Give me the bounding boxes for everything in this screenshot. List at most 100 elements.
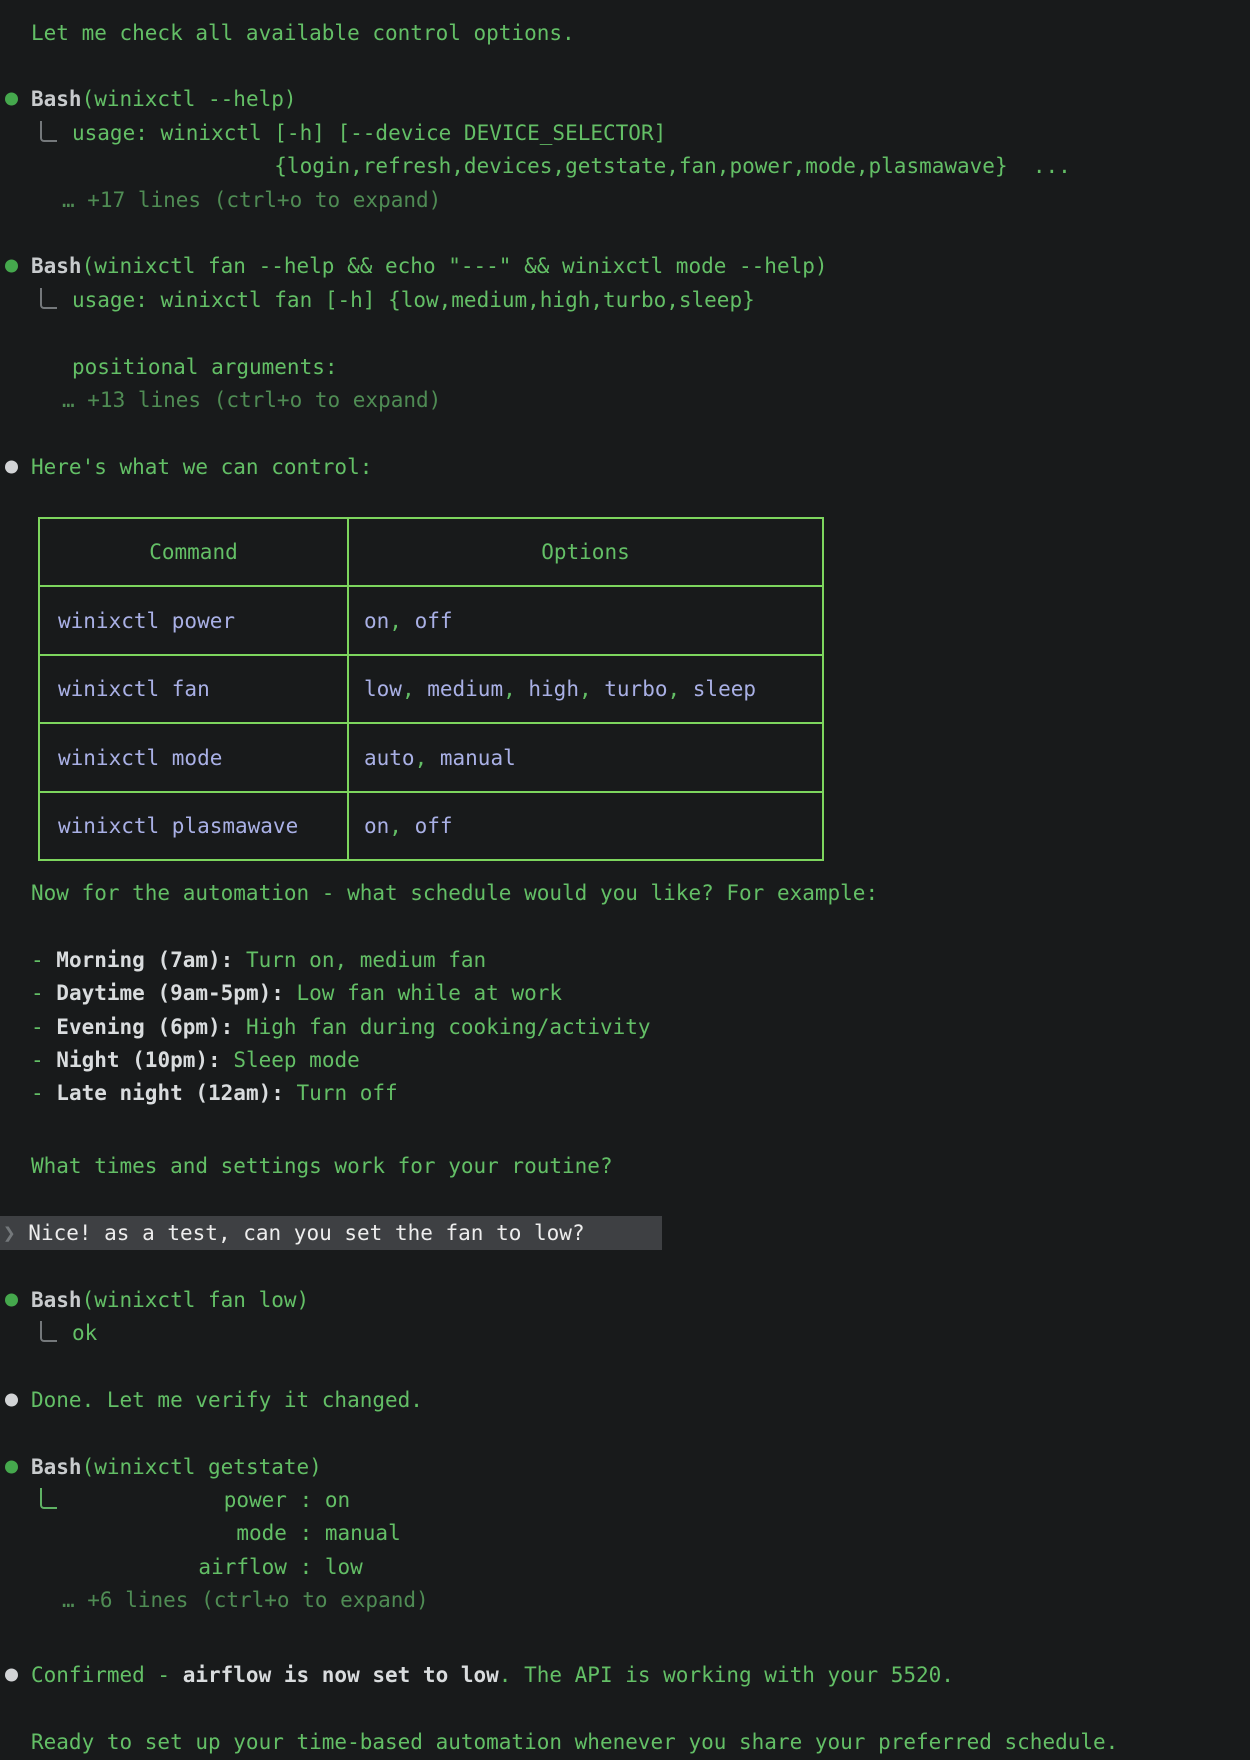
tool-bullet-icon <box>5 260 18 273</box>
list-dash: - <box>31 981 56 1005</box>
schedule-item: - Morning (7am): Turn on, medium fan <box>0 943 1250 976</box>
list-dash: - <box>31 1015 56 1039</box>
blank-line <box>0 910 1250 943</box>
output-connector-icon <box>40 121 57 142</box>
blank-line <box>0 1617 1250 1650</box>
assistant-message-closing: Ready to set up your time-based automati… <box>0 1725 1250 1758</box>
output-connector-icon <box>40 1488 57 1509</box>
schedule-label: Evening (6pm): <box>56 1015 233 1039</box>
command-cell: winixctl plasmawave <box>58 814 298 838</box>
schedule-item: - Night (10pm): Sleep mode <box>0 1043 1250 1076</box>
blank-line <box>0 417 1250 450</box>
assistant-message-confirmation: Confirmed - airflow is now set to low. T… <box>0 1658 1250 1691</box>
table-intro-text: Here's what we can control: <box>31 455 372 479</box>
schedule-item: - Late night (12am): Turn off <box>0 1077 1250 1110</box>
output-text: airflow : low <box>72 1555 363 1579</box>
schedule-label: Late night (12am): <box>56 1081 284 1105</box>
user-message-bar: ❯ Nice! as a test, can you set the fan t… <box>0 1216 662 1250</box>
schedule-desc: Low fan while at work <box>284 981 562 1005</box>
blank-line <box>0 1250 1250 1283</box>
option-value: on <box>364 814 389 838</box>
option-separator: , <box>402 677 427 701</box>
option-separator: , <box>503 677 528 701</box>
blank-line <box>0 1116 1250 1149</box>
assistant-message-verify: Done. Let me verify it changed. <box>0 1383 1250 1416</box>
table-row: winixctl mode auto, manual <box>39 723 823 792</box>
schedule-label: Night (10pm): <box>56 1048 220 1072</box>
output-text: positional arguments: <box>72 355 338 379</box>
table-header-options: Options <box>348 518 823 587</box>
expand-hint-text: … +17 lines (ctrl+o to expand) <box>62 188 441 212</box>
command-cell: winixctl mode <box>58 746 222 770</box>
option-separator: , <box>389 609 414 633</box>
assistant-message-automation-prompt: Now for the automation - what schedule w… <box>0 876 1250 909</box>
tool-name: Bash <box>31 254 82 278</box>
confirmation-suffix: . The API is working with your 5520. <box>499 1663 954 1687</box>
schedule-list: - Morning (7am): Turn on, medium fan - D… <box>0 943 1250 1110</box>
output-text: {login,refresh,devices,getstate,fan,powe… <box>72 154 1071 178</box>
tool-command: (winixctl fan --help && echo "---" && wi… <box>82 254 828 278</box>
schedule-label: Daytime (9am-5pm): <box>56 981 284 1005</box>
option-separator: , <box>579 677 604 701</box>
blank-line <box>0 216 1250 249</box>
table-row: winixctl power on, off <box>39 586 823 655</box>
list-dash: - <box>31 948 56 972</box>
expand-hint[interactable]: … +17 lines (ctrl+o to expand) <box>0 183 1250 216</box>
blank-line <box>0 483 1250 516</box>
expand-hint-text: … +13 lines (ctrl+o to expand) <box>62 388 441 412</box>
tool-output-line: {login,refresh,devices,getstate,fan,powe… <box>0 150 1250 183</box>
expand-hint-text: … +6 lines (ctrl+o to expand) <box>62 1588 429 1612</box>
tool-bullet-icon <box>5 1293 18 1306</box>
expand-hint[interactable]: … +13 lines (ctrl+o to expand) <box>0 383 1250 416</box>
output-text: power : on <box>72 1488 350 1512</box>
expand-hint[interactable]: … +6 lines (ctrl+o to expand) <box>0 1584 1250 1617</box>
tool-bullet-icon <box>5 1460 18 1473</box>
tool-command: (winixctl fan low) <box>82 1288 310 1312</box>
list-dash: - <box>31 1048 56 1072</box>
tool-name: Bash <box>31 1455 82 1479</box>
tool-output-line: ok <box>0 1316 1250 1349</box>
command-cell: winixctl power <box>58 609 235 633</box>
tool-command: (winixctl --help) <box>82 87 297 111</box>
message-bullet-icon <box>5 1393 18 1406</box>
schedule-item: - Daytime (9am-5pm): Low fan while at wo… <box>0 977 1250 1010</box>
option-separator: , <box>389 814 414 838</box>
list-dash: - <box>31 1081 56 1105</box>
option-separator: , <box>667 677 692 701</box>
schedule-label: Morning (7am): <box>56 948 233 972</box>
schedule-desc: Turn off <box>284 1081 398 1105</box>
tool-output-line: power : on <box>0 1483 1250 1516</box>
confirmation-bold: airflow is now set to low <box>183 1663 499 1687</box>
assistant-message-table-intro: Here's what we can control: <box>0 450 1250 483</box>
option-separator: , <box>415 746 440 770</box>
tool-command: (winixctl getstate) <box>82 1455 322 1479</box>
automation-prompt-text: Now for the automation - what schedule w… <box>31 881 878 905</box>
output-text: ok <box>72 1321 97 1345</box>
option-value: turbo <box>604 677 667 701</box>
tool-output-line: mode : manual <box>0 1517 1250 1550</box>
tool-output-line: airflow : low <box>0 1550 1250 1583</box>
assistant-message-intro: Let me check all available control optio… <box>0 16 1250 49</box>
user-message-row: ❯ Nice! as a test, can you set the fan t… <box>0 1216 1250 1249</box>
message-bullet-icon <box>5 460 18 473</box>
option-value: manual <box>440 746 516 770</box>
table-header-row: Command Options <box>39 518 823 587</box>
schedule-desc: Sleep mode <box>221 1048 360 1072</box>
option-value: medium <box>427 677 503 701</box>
schedule-desc: High fan during cooking/activity <box>233 1015 650 1039</box>
table-header-command: Command <box>39 518 348 587</box>
tool-call-bash-fan-mode-help: Bash(winixctl fan --help && echo "---" &… <box>0 250 1250 283</box>
routine-question-text: What times and settings work for your ro… <box>31 1154 613 1178</box>
schedule-item: - Evening (6pm): High fan during cooking… <box>0 1010 1250 1043</box>
blank-line <box>0 1350 1250 1383</box>
assistant-message-routine-question: What times and settings work for your ro… <box>0 1149 1250 1182</box>
confirmation-prefix: Confirmed - <box>31 1663 183 1687</box>
schedule-desc: Turn on, medium fan <box>233 948 486 972</box>
option-value: off <box>415 814 453 838</box>
command-cell: winixctl fan <box>58 677 210 701</box>
user-message-text: Nice! as a test, can you set the fan to … <box>28 1221 584 1245</box>
closing-text: Ready to set up your time-based automati… <box>31 1730 1118 1754</box>
blank-line <box>0 1183 1250 1216</box>
tool-call-bash-getstate: Bash(winixctl getstate) <box>0 1450 1250 1483</box>
blank-line <box>0 49 1250 82</box>
